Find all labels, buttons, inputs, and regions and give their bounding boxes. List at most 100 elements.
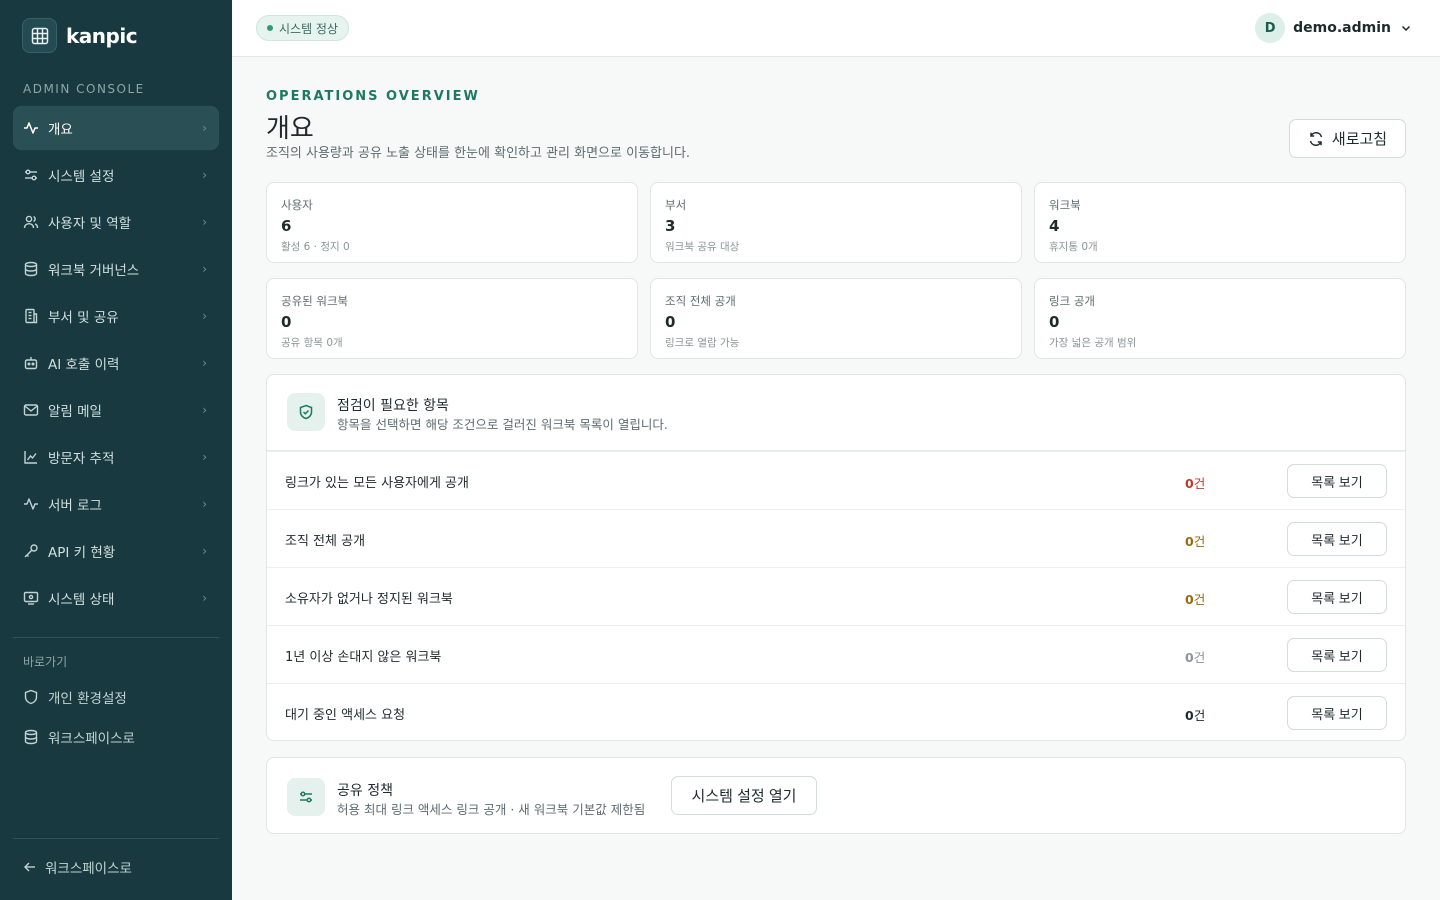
check-row-label: 조직 전체 공개 xyxy=(285,534,366,549)
stat-card-shared-workbooks: 공유된 워크북 0 공유 항목 0개 xyxy=(266,278,638,359)
pulse-icon xyxy=(23,496,39,512)
shield-check-icon xyxy=(287,393,325,431)
sidebar-item-label: 개요 xyxy=(48,122,73,138)
user-menu[interactable]: D demo.admin xyxy=(1255,13,1412,43)
count-value: 0 xyxy=(1185,592,1194,607)
sidebar-item-system-settings[interactable]: 시스템 설정 › xyxy=(13,153,219,197)
check-row: 대기 중인 액세스 요청 0건 목록 보기 xyxy=(267,683,1405,740)
view-list-button[interactable]: 목록 보기 xyxy=(1287,580,1387,614)
stat-sub: 공유 항목 0개 xyxy=(281,337,343,349)
back-to-workspace-link[interactable]: 워크스페이스로 xyxy=(23,857,132,877)
sidebar-item-ai-call-history[interactable]: AI 호출 이력 › xyxy=(13,341,219,385)
sidebar-item-workbook-governance[interactable]: 워크북 거버넌스 › xyxy=(13,247,219,291)
sidebar-item-label: 방문자 추적 xyxy=(48,451,115,467)
checks-title: 점검이 필요한 항목 xyxy=(337,398,449,414)
refresh-button[interactable]: 새로고침 xyxy=(1289,119,1406,158)
count-unit: 건 xyxy=(1193,650,1206,665)
sidebar-item-server-logs[interactable]: 서버 로그 › xyxy=(13,482,219,526)
sidebar-item-system-status[interactable]: 시스템 상태 › xyxy=(13,576,219,620)
check-row: 링크가 있는 모든 사용자에게 공개 0건 목록 보기 xyxy=(267,451,1405,509)
brand-name: kanpic xyxy=(66,23,138,48)
open-system-settings-button[interactable]: 시스템 설정 열기 xyxy=(671,776,817,815)
chevron-right-icon: › xyxy=(202,450,207,464)
sliders-icon xyxy=(287,778,325,816)
check-row-label: 1년 이상 손대지 않은 워크북 xyxy=(285,650,442,665)
check-row-count: 0건 xyxy=(1185,647,1205,666)
policy-description: 허용 최대 링크 액세스 링크 공개 · 새 워크북 기본값 제한됨 xyxy=(337,802,646,817)
quick-link-workspace[interactable]: 워크스페이스로 xyxy=(23,727,135,747)
view-list-button[interactable]: 목록 보기 xyxy=(1287,464,1387,498)
chevron-right-icon: › xyxy=(202,544,207,558)
users-icon xyxy=(23,214,39,230)
view-list-button[interactable]: 목록 보기 xyxy=(1287,696,1387,730)
topbar: 시스템 정상 D demo.admin xyxy=(232,0,1440,57)
status-text: 시스템 정상 xyxy=(279,21,339,36)
chevron-right-icon: › xyxy=(202,356,207,370)
monitor-icon xyxy=(23,590,39,606)
stat-value: 0 xyxy=(1049,313,1060,331)
sidebar-item-label: API 키 현황 xyxy=(48,545,116,561)
sidebar-divider xyxy=(13,637,219,638)
checks-header: 점검이 필요한 항목 항목을 선택하면 해당 조건으로 걸러진 워크북 목록이 … xyxy=(267,375,1405,451)
arrow-left-icon xyxy=(23,860,37,874)
sidebar-item-notification-mail[interactable]: 알림 메일 › xyxy=(13,388,219,432)
check-row-count: 0건 xyxy=(1185,531,1205,550)
sidebar-item-api-keys[interactable]: API 키 현황 › xyxy=(13,529,219,573)
shield-icon xyxy=(23,689,39,705)
sidebar: kanpic ADMIN CONSOLE 개요 › 시스템 설정 › 사용자 및… xyxy=(0,0,232,900)
stat-label: 사용자 xyxy=(281,198,313,212)
stat-card-link-public: 링크 공개 0 가장 넓은 공개 범위 xyxy=(1034,278,1406,359)
stat-value: 4 xyxy=(1049,217,1060,235)
bot-icon xyxy=(23,355,39,371)
chevron-right-icon: › xyxy=(202,403,207,417)
stat-label: 공유된 워크북 xyxy=(281,294,349,308)
refresh-icon xyxy=(1308,131,1324,147)
page-title: 개요 xyxy=(266,114,314,144)
sidebar-divider xyxy=(13,838,219,839)
count-unit: 건 xyxy=(1193,534,1206,549)
sidebar-item-label: 시스템 설정 xyxy=(48,169,115,185)
sidebar-item-label: 서버 로그 xyxy=(48,498,102,514)
stat-label: 링크 공개 xyxy=(1049,294,1095,308)
check-row-label: 소유자가 없거나 정지된 워크북 xyxy=(285,592,453,607)
sliders-icon xyxy=(23,167,39,183)
avatar: D xyxy=(1255,13,1286,43)
checks-panel: 점검이 필요한 항목 항목을 선택하면 해당 조건으로 걸러진 워크북 목록이 … xyxy=(266,374,1406,741)
stat-value: 6 xyxy=(281,217,292,235)
sidebar-item-label: AI 호출 이력 xyxy=(48,357,120,373)
chevron-right-icon: › xyxy=(202,121,207,135)
line-chart-icon xyxy=(23,449,39,465)
sidebar-item-label: 알림 메일 xyxy=(48,404,102,420)
sidebar-item-departments-sharing[interactable]: 부서 및 공유 › xyxy=(13,294,219,338)
brand[interactable]: kanpic xyxy=(22,18,138,53)
sidebar-item-visitor-tracking[interactable]: 방문자 추적 › xyxy=(13,435,219,479)
check-row: 1년 이상 손대지 않은 워크북 0건 목록 보기 xyxy=(267,625,1405,683)
refresh-label: 새로고침 xyxy=(1331,131,1388,148)
activity-icon xyxy=(23,120,39,136)
back-link-label: 워크스페이스로 xyxy=(45,861,132,877)
stat-sub: 활성 6 · 정지 0 xyxy=(281,241,350,253)
sidebar-item-label: 사용자 및 역할 xyxy=(48,216,132,232)
check-row-count: 0건 xyxy=(1185,589,1205,608)
mail-icon xyxy=(23,402,39,418)
sidebar-item-overview[interactable]: 개요 › xyxy=(13,106,219,150)
view-list-button[interactable]: 목록 보기 xyxy=(1287,522,1387,556)
key-icon xyxy=(23,543,39,559)
quick-link-preferences[interactable]: 개인 환경설정 xyxy=(23,687,127,707)
sidebar-item-users-roles[interactable]: 사용자 및 역할 › xyxy=(13,200,219,244)
view-list-button[interactable]: 목록 보기 xyxy=(1287,638,1387,672)
stat-label: 워크북 xyxy=(1049,198,1081,212)
policy-title: 공유 정책 xyxy=(337,783,393,799)
grid-logo-icon xyxy=(22,18,57,53)
status-dot-icon xyxy=(267,25,273,31)
quick-link-label: 개인 환경설정 xyxy=(48,691,127,707)
checks-description: 항목을 선택하면 해당 조건으로 걸러진 워크북 목록이 열립니다. xyxy=(337,417,668,432)
count-value: 0 xyxy=(1185,476,1194,491)
stat-sub: 가장 넓은 공개 범위 xyxy=(1049,337,1137,349)
page-description: 조직의 사용량과 공유 노출 상태를 한눈에 확인하고 관리 화면으로 이동합니… xyxy=(266,146,691,161)
count-unit: 건 xyxy=(1193,708,1206,723)
chevron-right-icon: › xyxy=(202,262,207,276)
stat-card-org-public: 조직 전체 공개 0 링크로 열람 가능 xyxy=(650,278,1022,359)
stat-card-departments: 부서 3 워크북 공유 대상 xyxy=(650,182,1022,263)
check-row-count: 0건 xyxy=(1185,705,1205,724)
